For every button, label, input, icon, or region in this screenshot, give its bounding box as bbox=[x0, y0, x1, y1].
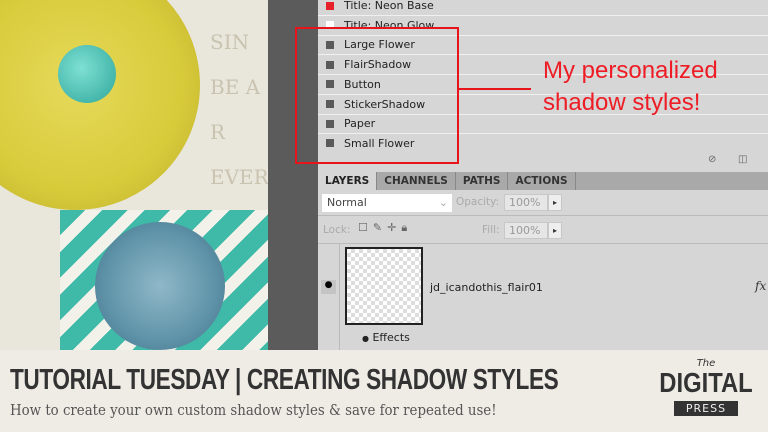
fill-label: Fill: bbox=[482, 224, 500, 236]
fx-icon[interactable]: fx bbox=[755, 279, 766, 293]
chevron-down-icon: ⌄ bbox=[438, 196, 448, 209]
tab-channels[interactable]: CHANNELS bbox=[377, 172, 456, 190]
style-name: Title: Neon Base bbox=[344, 0, 434, 12]
new-style-icon[interactable]: ◫ bbox=[738, 154, 747, 165]
tab-paths[interactable]: PATHS bbox=[456, 172, 509, 190]
layers-panel-tabs: LAYERS CHANNELS PATHS ACTIONS bbox=[318, 172, 768, 190]
digital-press-logo: The DIGITAL PRESS bbox=[659, 358, 753, 416]
highlight-box bbox=[295, 27, 459, 164]
flower-button bbox=[58, 45, 116, 103]
art-text: SIN bbox=[210, 30, 250, 54]
lock-all-icon[interactable]: 🔒︎ bbox=[401, 221, 412, 234]
delete-style-icon[interactable]: ⊘ bbox=[708, 154, 716, 165]
opacity-slider-button[interactable]: ▸ bbox=[548, 194, 562, 211]
banner-title: TUTORIAL TUESDAY | CREATING SHADOW STYLE… bbox=[10, 364, 559, 396]
lock-label: Lock: bbox=[323, 224, 351, 236]
annotation-line bbox=[459, 88, 531, 90]
layer-thumbnail[interactable] bbox=[345, 247, 423, 325]
fill-slider-button[interactable]: ▸ bbox=[548, 222, 562, 239]
annotation-line2: shadow styles! bbox=[543, 89, 701, 116]
art-text: BE A bbox=[210, 75, 261, 99]
visibility-eye-icon[interactable]: ● bbox=[321, 280, 336, 294]
lock-move-icon[interactable]: ✛ bbox=[387, 221, 401, 234]
fill-input[interactable]: 100% bbox=[504, 222, 548, 239]
annotation-text: My personalized shadow styles! bbox=[543, 55, 718, 119]
lock-paint-icon[interactable]: ✎ bbox=[373, 221, 387, 234]
footer-banner: TUTORIAL TUESDAY | CREATING SHADOW STYLE… bbox=[0, 350, 768, 432]
tab-layers[interactable]: LAYERS bbox=[318, 172, 378, 190]
blend-mode-select[interactable]: Normal ⌄ bbox=[322, 194, 452, 212]
blend-mode-value: Normal bbox=[327, 196, 367, 209]
tab-actions[interactable]: ACTIONS bbox=[508, 172, 576, 190]
scrapbook-artwork: SIN BE A R EVER bbox=[0, 0, 268, 350]
banner-subtitle: How to create your own custom shadow sty… bbox=[10, 403, 497, 419]
layer-name[interactable]: jd_icandothis_flair01 bbox=[430, 281, 543, 294]
opacity-input[interactable]: 100% bbox=[504, 194, 548, 211]
style-list-item[interactable]: Title: Neon Base bbox=[318, 0, 768, 16]
lock-transparency-icon[interactable]: ☐ bbox=[358, 221, 373, 234]
annotation-line1: My personalized bbox=[543, 57, 718, 84]
opacity-label: Opacity: bbox=[456, 196, 500, 208]
effects-eye-icon[interactable]: ● bbox=[362, 334, 369, 343]
effects-label: Effects bbox=[372, 331, 410, 344]
art-text: R EVER bbox=[210, 120, 268, 189]
small-flower bbox=[95, 222, 225, 350]
large-flower bbox=[0, 0, 200, 210]
style-swatch-icon bbox=[326, 1, 334, 10]
